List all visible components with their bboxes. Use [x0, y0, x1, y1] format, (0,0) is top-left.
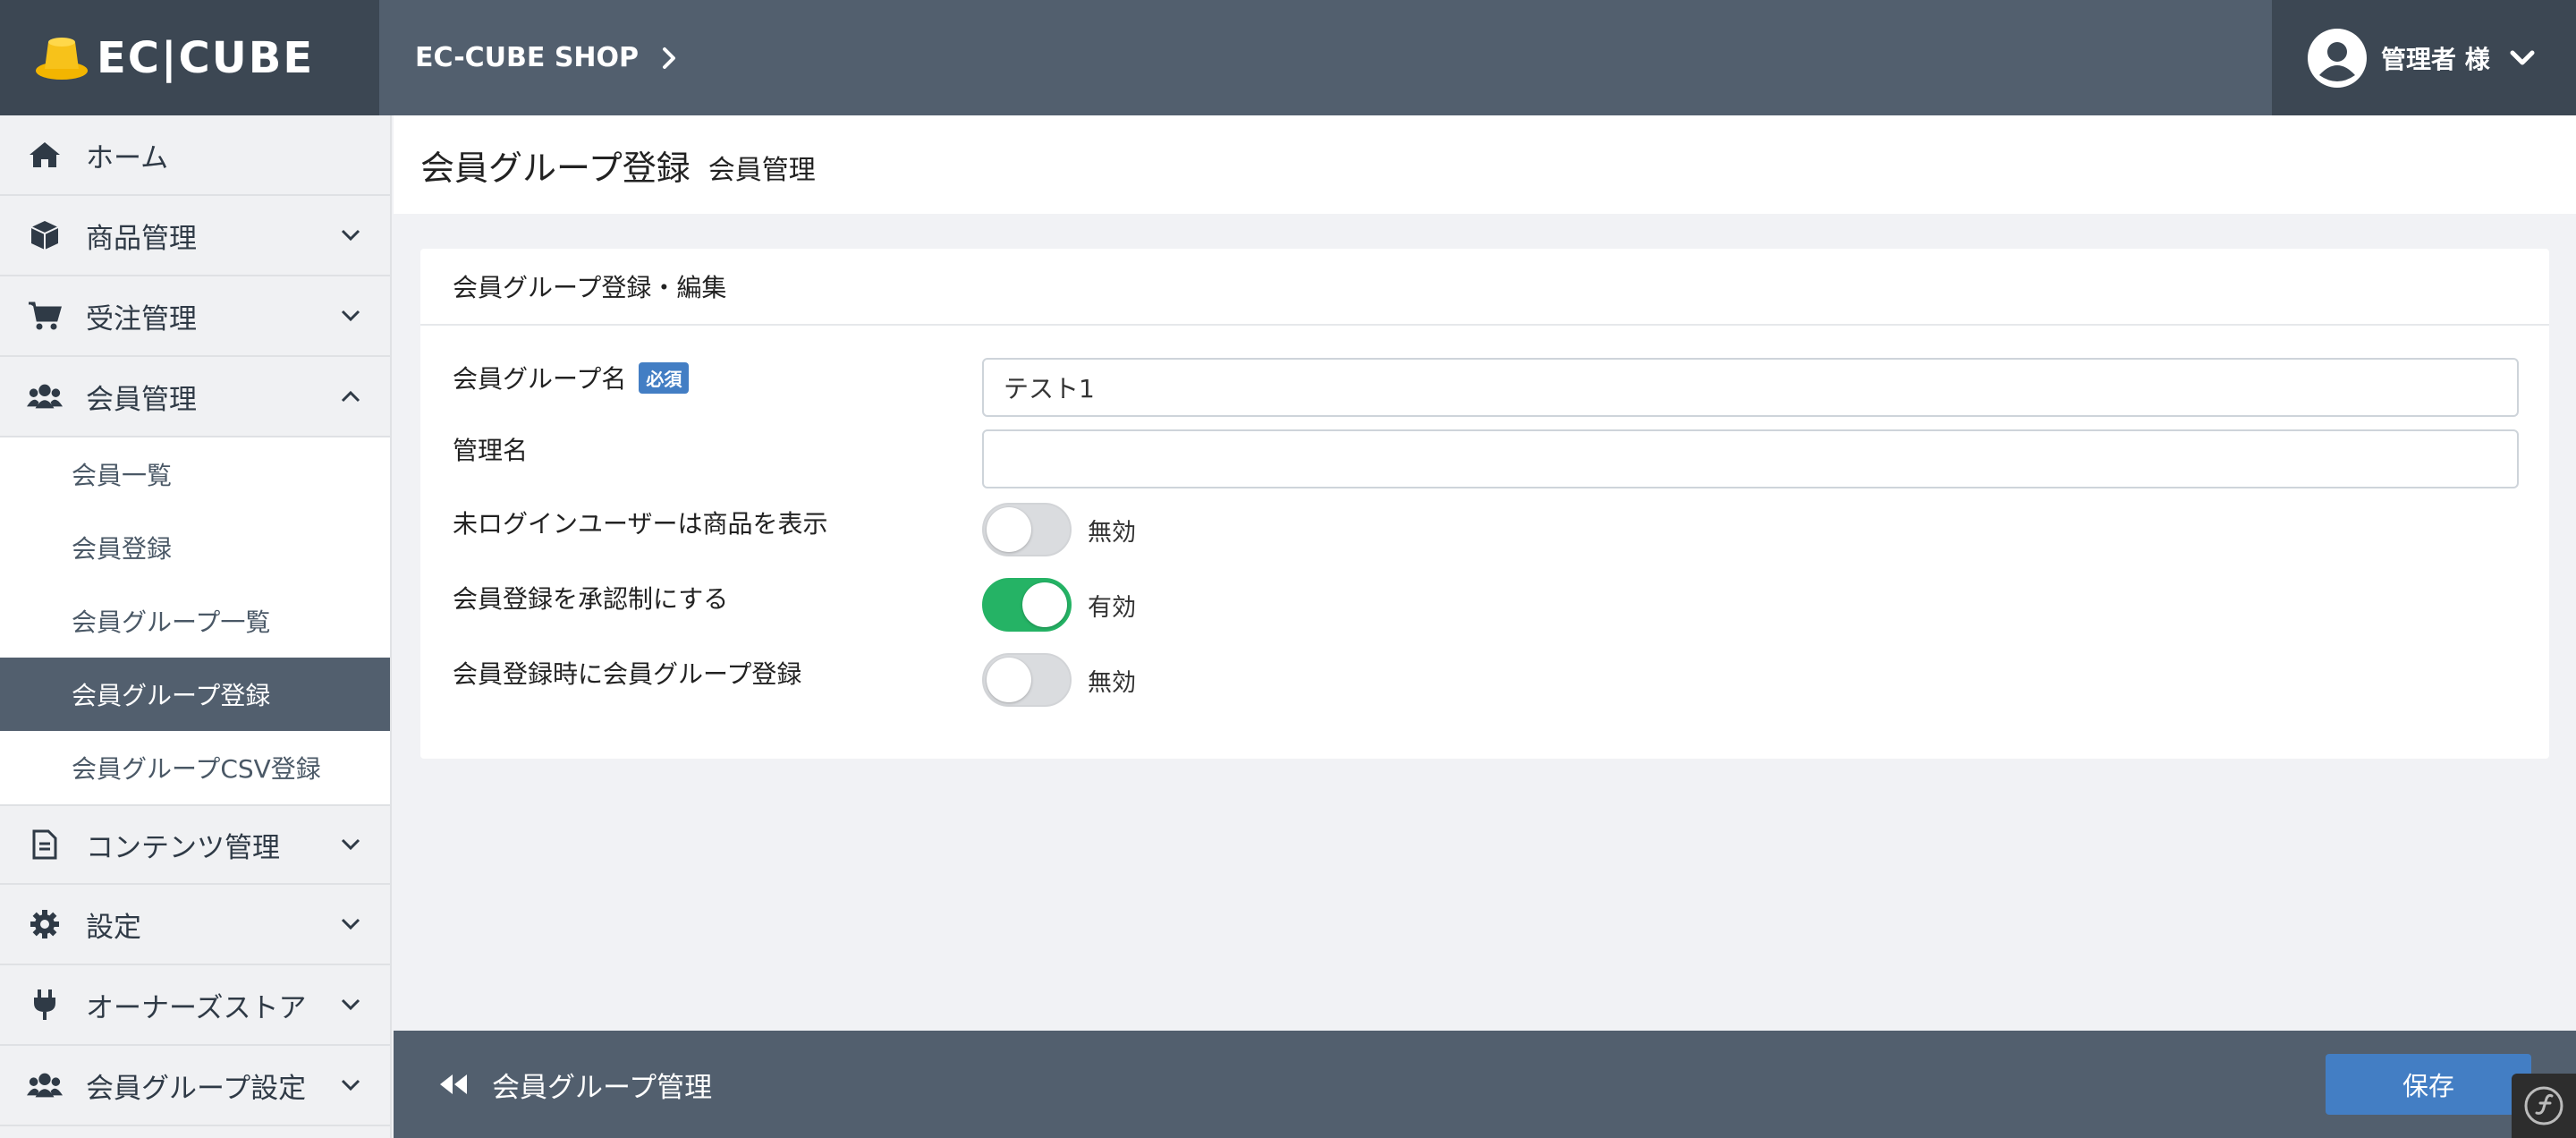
sidebar-item-label: 会員管理 — [86, 383, 197, 416]
sidebar-item-owners-store[interactable]: オーナーズストア — [0, 965, 390, 1046]
guest-show-state: 無効 — [1088, 518, 1136, 547]
footer-bar: 会員グループ管理 保存 — [394, 1031, 2576, 1138]
admin-name-label-row: 管理名 — [453, 431, 528, 467]
symfony-toolbar-icon[interactable] — [2512, 1074, 2576, 1138]
top-header: EC|CUBE EC-CUBE SHOP 管理者 様 — [0, 0, 2576, 115]
chevron-down-icon — [341, 1079, 360, 1091]
register-group-state: 無効 — [1088, 668, 1136, 697]
logo[interactable]: EC|CUBE — [0, 0, 379, 115]
register-group-label: 会員登録時に会員グループ登録 — [453, 659, 802, 689]
box-icon — [27, 219, 63, 251]
sidebar-item-label: 商品管理 — [86, 222, 197, 255]
logo-text: EC|CUBE — [97, 32, 315, 83]
sidebar-item-label: 会員グループ設定 — [86, 1072, 307, 1105]
page-header: 会員グループ登録 会員管理 — [394, 115, 2576, 214]
users-icon — [27, 1069, 63, 1101]
sidebar-subitem-group-register[interactable]: 会員グループ登録 — [0, 658, 390, 731]
approval-toggle-row: 有効 — [982, 578, 1136, 632]
sidebar-subitem-member-list[interactable]: 会員一覧 — [0, 437, 390, 511]
cube-hat-logo-icon — [36, 37, 88, 80]
plug-icon — [27, 989, 63, 1021]
sidebar-item-products[interactable]: 商品管理 — [0, 196, 390, 276]
sidebar-item-contents[interactable]: コンテンツ管理 — [0, 804, 390, 885]
approval-toggle[interactable] — [982, 578, 1072, 632]
double-chevron-left-icon — [440, 1074, 467, 1094]
guest-show-toggle-row: 無効 — [982, 503, 1136, 556]
sidebar-item-label: オーナーズストア — [86, 991, 307, 1024]
register-group-label-row: 会員登録時に会員グループ登録 — [453, 655, 801, 691]
home-icon — [27, 139, 63, 171]
guest-show-toggle[interactable] — [982, 503, 1072, 556]
card-title: 会員グループ登録・編集 — [420, 249, 2549, 326]
back-link-label: 会員グループ管理 — [492, 1071, 713, 1104]
group-name-input[interactable]: テスト1 — [982, 358, 2519, 417]
save-button[interactable]: 保存 — [2326, 1054, 2531, 1115]
sidebar-item-members[interactable]: 会員管理 — [0, 357, 390, 437]
sidebar-item-group-settings[interactable]: 会員グループ設定 — [0, 1046, 390, 1126]
chevron-right-icon — [663, 47, 676, 69]
page-title: 会員グループ登録 — [420, 148, 691, 188]
user-name: 管理者 様 — [2381, 44, 2490, 74]
admin-name-input[interactable] — [982, 429, 2519, 488]
group-name-label-row: 会員グループ名 必須 — [453, 360, 690, 395]
shop-link[interactable]: EC-CUBE SHOP — [379, 0, 2272, 115]
user-avatar-icon — [2308, 28, 2367, 88]
chevron-down-icon — [341, 918, 360, 930]
symfony-icon — [2524, 1086, 2563, 1125]
sidebar-item-settings[interactable]: 設定 — [0, 885, 390, 965]
chevron-down-icon — [341, 838, 360, 851]
users-icon — [27, 380, 63, 412]
sidebar-item-home[interactable]: ホーム — [0, 115, 390, 196]
toggle-knob — [987, 658, 1031, 702]
gear-icon — [27, 908, 63, 940]
register-group-toggle[interactable] — [982, 653, 1072, 707]
required-badge: 必須 — [639, 361, 690, 394]
group-edit-card: 会員グループ登録・編集 会員グループ名 必須 テスト1 管理名 未ログインユーザ… — [420, 249, 2549, 759]
chevron-up-icon — [341, 390, 360, 403]
approval-label-row: 会員登録を承認制にする — [453, 580, 728, 616]
sidebar-item-label: 設定 — [86, 911, 141, 944]
sidebar-item-label: コンテンツ管理 — [86, 831, 280, 864]
sidebar-item-orders[interactable]: 受注管理 — [0, 276, 390, 357]
members-submenu: 会員一覧 会員登録 会員グループ一覧 会員グループ登録 会員グループCSV登録 — [0, 437, 390, 804]
sidebar-item-label: ホーム — [86, 141, 169, 174]
sidebar: ホーム 商品管理 受注管理 会員管理 会員一覧 会員登録 会員グループ一覧 会員… — [0, 115, 392, 1138]
sidebar-subitem-group-csv[interactable]: 会員グループCSV登録 — [0, 731, 390, 804]
approval-state: 有効 — [1088, 593, 1136, 622]
chevron-down-icon — [2510, 50, 2535, 64]
cart-icon — [27, 300, 63, 332]
guest-show-label-row: 未ログインユーザーは商品を表示 — [453, 505, 827, 540]
register-group-toggle-row: 無効 — [982, 653, 1136, 707]
chevron-down-icon — [341, 229, 360, 242]
guest-show-label: 未ログインユーザーは商品を表示 — [453, 509, 828, 539]
admin-name-label: 管理名 — [453, 436, 529, 465]
sidebar-subitem-member-register[interactable]: 会員登録 — [0, 511, 390, 584]
chevron-down-icon — [341, 310, 360, 322]
chevron-down-icon — [341, 998, 360, 1011]
toggle-knob — [987, 507, 1031, 552]
group-name-label: 会員グループ名 — [453, 364, 627, 394]
shop-name: EC-CUBE SHOP — [415, 42, 640, 73]
page-subtitle: 会員管理 — [708, 155, 816, 186]
sidebar-subitem-group-list[interactable]: 会員グループ一覧 — [0, 584, 390, 658]
sidebar-item-label: 受注管理 — [86, 302, 197, 335]
back-link[interactable]: 会員グループ管理 — [436, 1065, 712, 1105]
document-icon — [27, 828, 63, 861]
toggle-knob — [1022, 582, 1067, 627]
approval-label: 会員登録を承認制にする — [453, 584, 729, 614]
user-menu[interactable]: 管理者 様 — [2272, 0, 2576, 115]
